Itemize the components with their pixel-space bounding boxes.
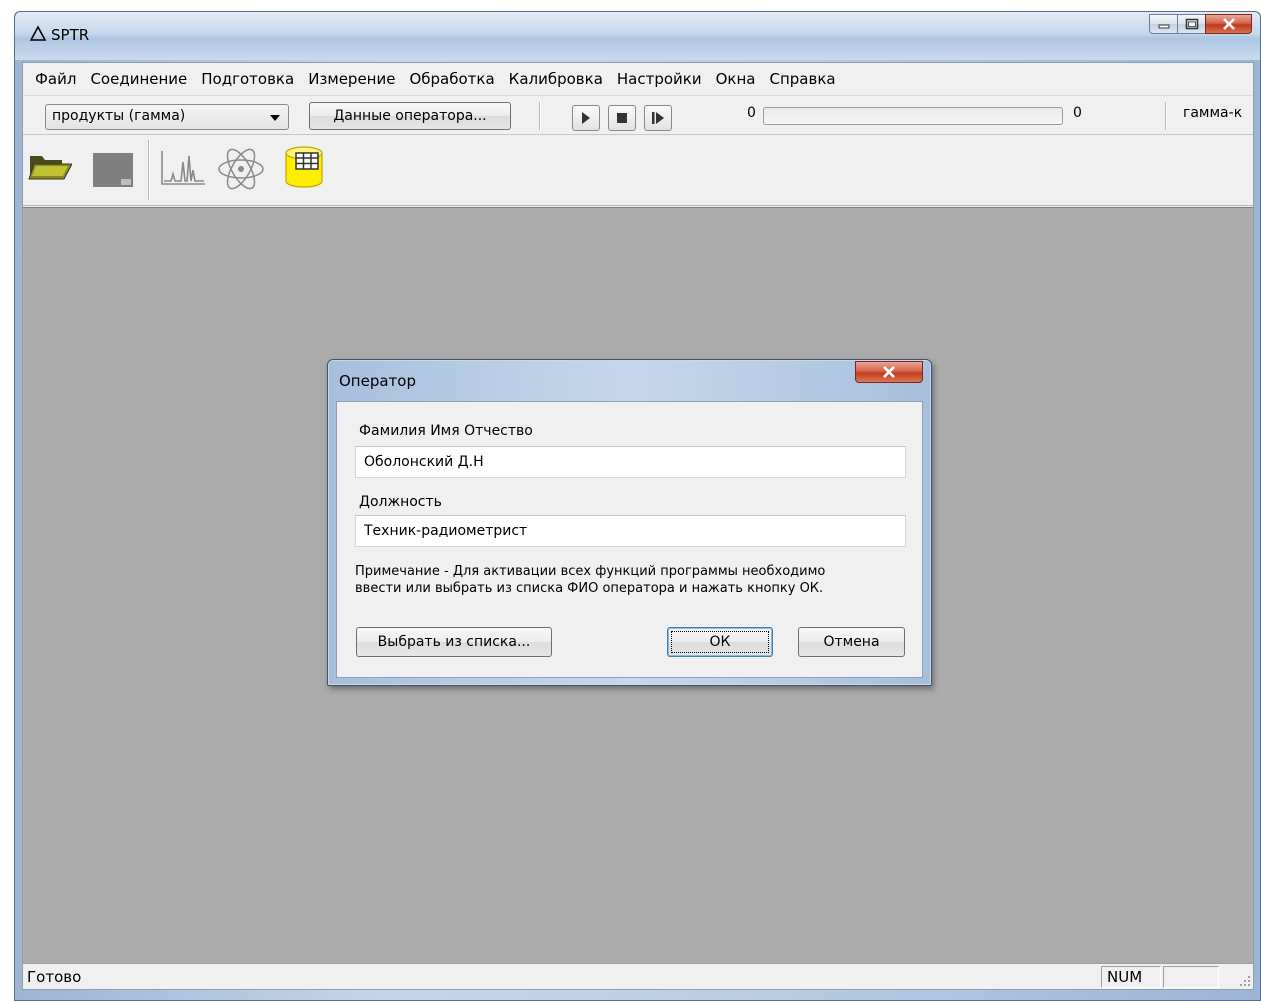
open-folder-icon[interactable]	[28, 148, 73, 188]
stop-button[interactable]	[608, 105, 636, 131]
menu-connection[interactable]: Соединение	[84, 70, 195, 88]
start-button[interactable]	[572, 105, 600, 131]
menu-bar: Файл Соединение Подготовка Измерение Обр…	[23, 63, 1253, 95]
resize-grip-icon[interactable]	[1239, 975, 1251, 987]
dialog-title-bar[interactable]: Оператор	[328, 360, 931, 400]
title-bar[interactable]: SPTR	[15, 12, 1260, 60]
menu-file[interactable]: Файл	[29, 70, 84, 88]
toolbar-separator	[148, 140, 149, 200]
play-icon	[582, 112, 590, 124]
database-table-icon[interactable]	[280, 143, 328, 195]
step-icon	[652, 112, 664, 124]
atom-icon[interactable]	[215, 144, 267, 198]
save-disk-icon[interactable]	[91, 151, 135, 193]
menu-settings[interactable]: Настройки	[611, 70, 710, 88]
status-text: Готово	[27, 968, 82, 986]
position-label: Должность	[359, 494, 442, 510]
note-line-1: Примечание - Для активации всех функций …	[355, 564, 826, 579]
note-line-2: ввести или выбрать из списка ФИО операто…	[355, 581, 824, 596]
step-button[interactable]	[644, 105, 672, 131]
num-indicator: NUM	[1101, 966, 1161, 988]
name-label: Фамилия Имя Отчество	[359, 423, 533, 439]
icon-toolbar	[23, 136, 1253, 206]
ok-button[interactable]: ОК	[667, 627, 773, 657]
maximize-icon	[1185, 18, 1198, 30]
menu-windows[interactable]: Окна	[710, 70, 764, 88]
toolbar-separator	[539, 102, 540, 130]
close-button[interactable]	[1205, 14, 1252, 34]
profile-select[interactable]: продукты (гамма)	[45, 104, 289, 130]
dialog-body: Фамилия Имя Отчество Должность Примечани…	[336, 401, 923, 678]
spectrum-icon[interactable]	[159, 148, 207, 192]
chevron-down-icon	[270, 115, 280, 121]
minimize-icon	[1158, 24, 1169, 29]
measurement-progress	[763, 107, 1063, 125]
dialog-title: Оператор	[339, 372, 416, 390]
dialog-close-button[interactable]	[855, 361, 923, 383]
operator-dialog: Оператор Фамилия Имя Отчество Должность …	[327, 359, 932, 686]
menu-measurement[interactable]: Измерение	[302, 70, 403, 88]
choose-from-list-button[interactable]: Выбрать из списка...	[356, 627, 552, 657]
minimize-button[interactable]	[1149, 14, 1178, 34]
position-input[interactable]	[355, 515, 906, 547]
menu-help[interactable]: Справка	[763, 70, 843, 88]
cancel-button[interactable]: Отмена	[798, 627, 905, 657]
activation-note: Примечание - Для активации всех функций …	[355, 563, 915, 597]
delta-triangle-icon	[29, 25, 47, 43]
close-icon	[1222, 18, 1235, 30]
focus-ring	[671, 631, 769, 653]
counter-right: 0	[1073, 105, 1082, 121]
status-pane-empty	[1163, 966, 1219, 988]
window-title: SPTR	[51, 26, 90, 44]
window-controls	[1149, 14, 1252, 36]
detector-label: гамма-к	[1183, 105, 1243, 121]
menu-processing[interactable]: Обработка	[403, 70, 502, 88]
operator-data-button[interactable]: Данные оператора...	[309, 102, 511, 130]
profile-select-value: продукты (гамма)	[52, 108, 186, 124]
menu-calibration[interactable]: Калибровка	[503, 70, 611, 88]
stop-icon	[617, 113, 627, 123]
close-icon	[883, 366, 895, 378]
maximize-button[interactable]	[1177, 14, 1206, 34]
measurement-toolbar: продукты (гамма) Данные оператора... 0 0…	[23, 95, 1253, 135]
name-input[interactable]	[355, 446, 906, 478]
toolbar-separator	[1165, 102, 1166, 130]
counter-left: 0	[747, 105, 756, 121]
status-bar: Готово NUM	[23, 963, 1253, 989]
menu-preparation[interactable]: Подготовка	[195, 70, 302, 88]
